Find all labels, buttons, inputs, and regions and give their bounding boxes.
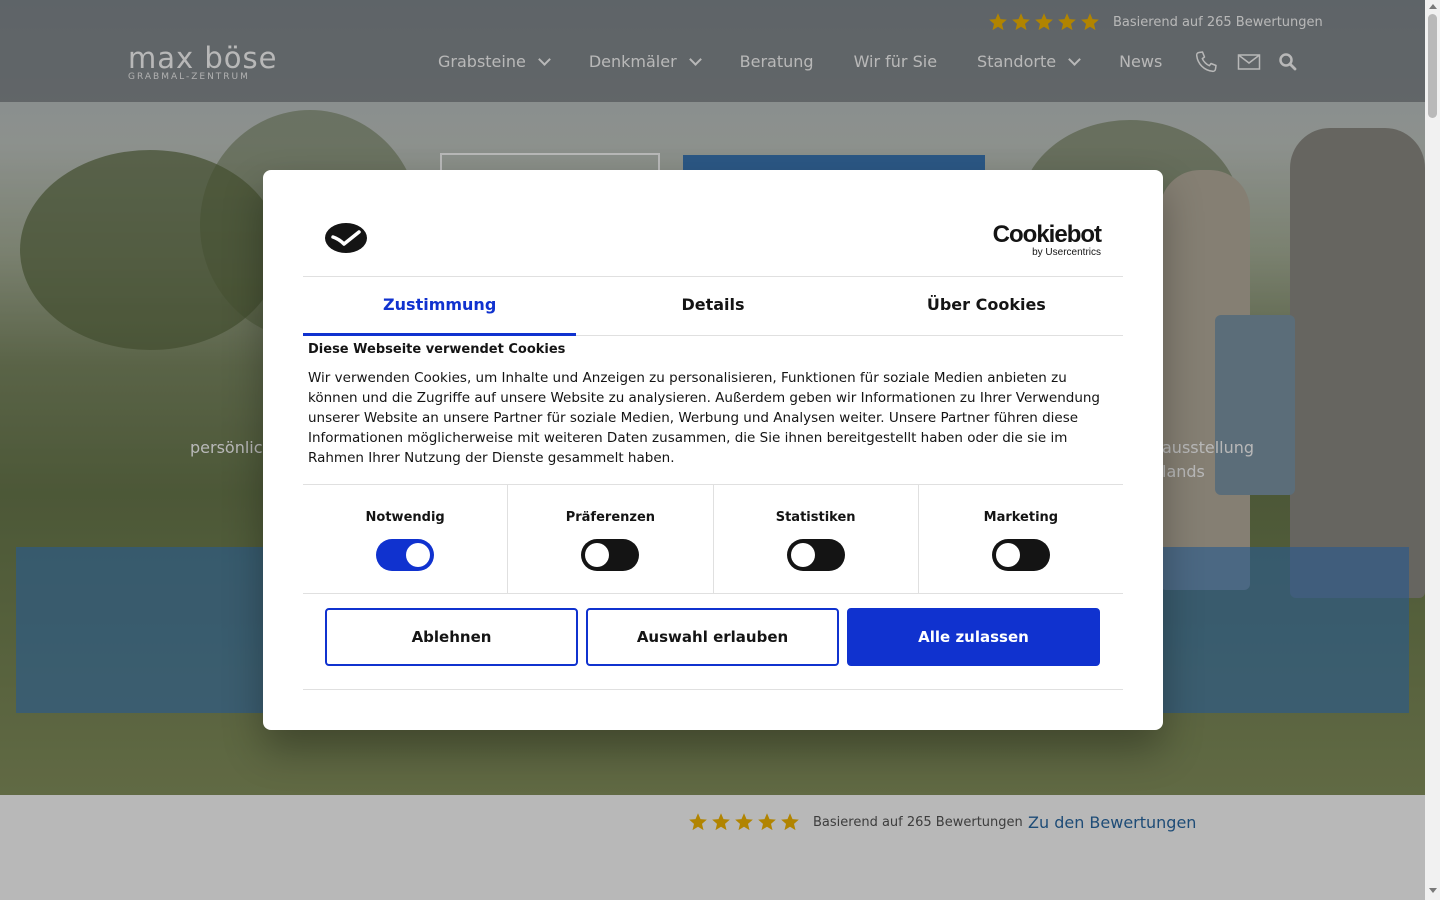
category-notwendig: Notwendig: [303, 485, 509, 593]
category-praeferenzen: Präferenzen: [508, 485, 714, 593]
category-statistiken: Statistiken: [714, 485, 919, 593]
category-marketing: Marketing: [919, 485, 1123, 593]
toggle-marketing[interactable]: [991, 539, 1050, 571]
category-label: Marketing: [983, 510, 1059, 525]
toggle-knob: [995, 543, 1020, 567]
tab-ueber-cookies[interactable]: Über Cookies: [850, 277, 1123, 335]
cookie-category-toggles: Notwendig Präferenzen Statistiken Market…: [303, 484, 1123, 594]
toggle-statistiken[interactable]: [786, 539, 845, 571]
tab-details[interactable]: Details: [576, 277, 849, 335]
cookiebot-wordmark: Cookiebot: [992, 221, 1102, 248]
consent-title: Diese Webseite verwendet Cookies: [308, 342, 566, 357]
toggle-praeferenzen[interactable]: [581, 539, 640, 571]
scrollbar-thumb[interactable]: [1428, 14, 1437, 118]
cookie-consent-dialog: Cookiebot by Usercentrics Zustimmung Det…: [263, 170, 1163, 730]
dialog-divider: [303, 689, 1123, 690]
decline-button[interactable]: Ablehnen: [325, 608, 578, 666]
scroll-down-icon[interactable]: [1429, 888, 1437, 893]
scrollbar[interactable]: [1425, 0, 1440, 900]
category-label: Präferenzen: [565, 510, 656, 525]
scroll-up-icon[interactable]: [1429, 4, 1437, 9]
consent-tabs: Zustimmung Details Über Cookies: [303, 276, 1123, 336]
toggle-notwendig[interactable]: [376, 539, 435, 571]
category-label: Notwendig: [365, 510, 445, 525]
cookiebot-logo[interactable]: Cookiebot by Usercentrics: [992, 221, 1102, 258]
allow-all-button[interactable]: Alle zulassen: [847, 608, 1100, 666]
cookiebot-byline: by Usercentrics: [1032, 247, 1101, 258]
toggle-knob: [406, 543, 431, 567]
category-label: Statistiken: [775, 510, 856, 525]
site-logo-icon: [325, 223, 367, 253]
allow-selection-button[interactable]: Auswahl erlauben: [586, 608, 839, 666]
toggle-knob: [585, 543, 610, 567]
toggle-knob: [790, 543, 815, 567]
consent-actions: Ablehnen Auswahl erlauben Alle zulassen: [325, 608, 1101, 666]
consent-description: Wir verwenden Cookies, um Inhalte und An…: [308, 370, 1100, 466]
tab-zustimmung[interactable]: Zustimmung: [303, 277, 577, 336]
